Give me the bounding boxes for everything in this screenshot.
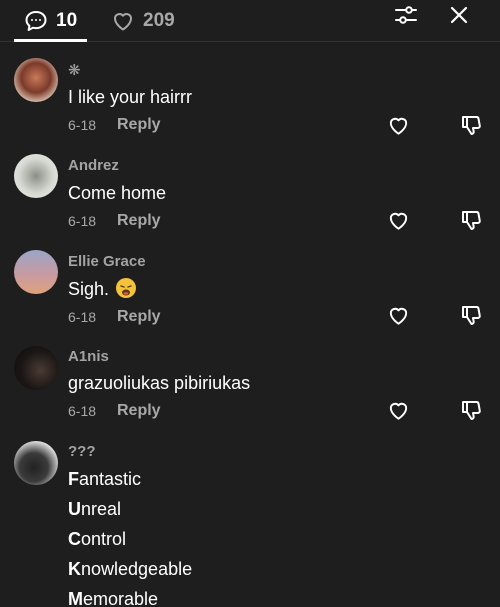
avatar[interactable] (14, 441, 58, 485)
tab-likes[interactable]: 209 (111, 0, 175, 42)
username[interactable]: Ellie Grace (68, 253, 146, 270)
reply-button[interactable]: Reply (117, 212, 161, 230)
username[interactable]: Andrez (68, 157, 119, 174)
comment-date: 6-18 (68, 213, 97, 229)
thumbs-down-icon[interactable] (459, 303, 483, 327)
acrostic-rest: emorable (83, 589, 159, 607)
likes-count: 209 (143, 10, 175, 31)
acrostic-initial: F (68, 469, 79, 489)
comment-bubble-icon (24, 9, 48, 33)
avatar[interactable] (14, 154, 58, 198)
weary-face-emoji-icon (115, 277, 137, 304)
avatar[interactable] (14, 58, 58, 102)
comment-text-line: Unreal (68, 499, 121, 520)
acrostic-initial: U (68, 499, 81, 519)
username[interactable]: ❋ (68, 61, 81, 79)
comment-text: Sigh. (68, 277, 137, 304)
acrostic-rest: nowledgeable (81, 559, 193, 579)
thumbs-down-icon[interactable] (459, 398, 483, 422)
comment-date: 6-18 (68, 309, 97, 325)
username[interactable]: A1nis (68, 348, 109, 365)
thumbs-down-icon[interactable] (459, 113, 483, 137)
reply-button[interactable]: Reply (117, 402, 161, 420)
username[interactable]: ??? (68, 443, 96, 460)
acrostic-initial: C (68, 529, 81, 549)
sliders-icon[interactable] (394, 3, 418, 27)
comment-text-line: Memorable (68, 589, 158, 607)
reply-button[interactable]: Reply (117, 116, 161, 134)
avatar[interactable] (14, 346, 58, 390)
avatar[interactable] (14, 250, 58, 294)
comment-text-line: Fantastic (68, 469, 141, 490)
thumbs-down-icon[interactable] (459, 208, 483, 232)
comments-count: 10 (56, 10, 78, 31)
active-tab-indicator (14, 39, 87, 42)
comment-text: Come home (68, 183, 167, 203)
comment-text-line: Control (68, 529, 126, 550)
heart-outline-icon[interactable] (387, 114, 410, 137)
acrostic-rest: antastic (79, 469, 142, 489)
close-icon[interactable] (447, 3, 471, 27)
tab-comments[interactable]: 10 (24, 0, 77, 42)
acrostic-initial: M (68, 589, 83, 607)
comment-text-content: Sigh. (68, 279, 110, 299)
comments-header: 10 209 (0, 0, 500, 42)
heart-outline-icon[interactable] (387, 399, 410, 422)
reply-button[interactable]: Reply (117, 308, 161, 326)
comment-text: I like your hairrr (68, 87, 193, 107)
heart-outline-icon[interactable] (387, 209, 410, 232)
comment-text: grazuoliukas pibiriukas (68, 373, 251, 393)
heart-outline-icon (111, 9, 135, 33)
comment-date: 6-18 (68, 403, 97, 419)
acrostic-initial: K (68, 559, 81, 579)
comment-date: 6-18 (68, 117, 97, 133)
acrostic-rest: ontrol (81, 529, 127, 549)
comment-text-line: Knowledgeable (68, 559, 192, 580)
acrostic-rest: nreal (81, 499, 122, 519)
heart-outline-icon[interactable] (387, 304, 410, 327)
